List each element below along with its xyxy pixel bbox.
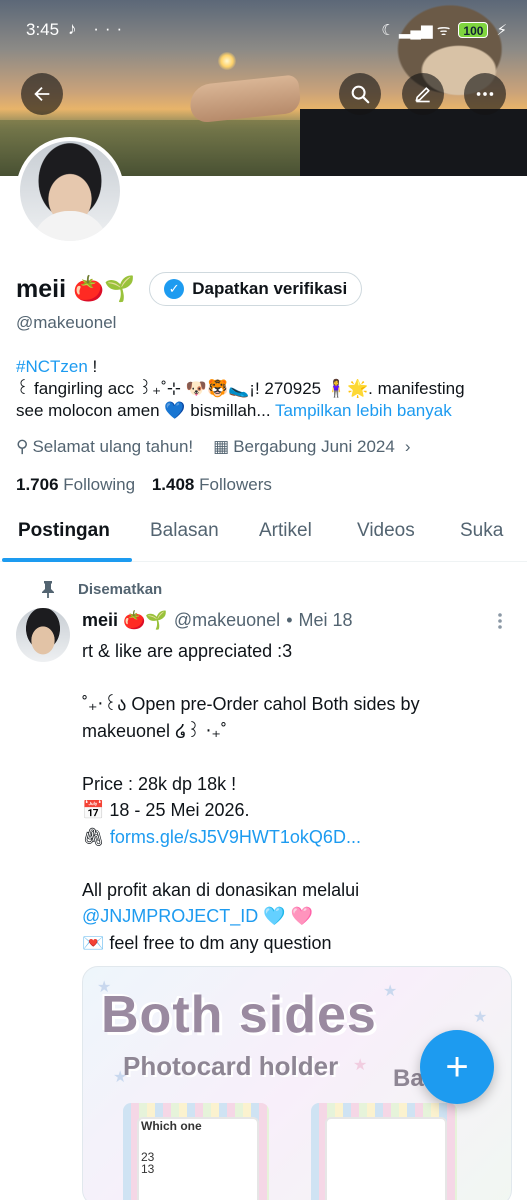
followers-link[interactable]: 1.408 Followers: [152, 475, 272, 494]
charging-icon: ⚡: [496, 22, 507, 39]
post-more-button[interactable]: [497, 612, 503, 635]
profile-name: meii 🍅🌱: [16, 274, 136, 303]
media-title: Both sides: [101, 986, 377, 1044]
battery-icon: 100: [458, 22, 489, 38]
pinned-indicator: Disematkan: [40, 580, 162, 598]
more-options-button[interactable]: [464, 73, 506, 115]
active-tab-indicator: [2, 558, 132, 562]
follow-stats: 1.706 Following 1.408 Followers: [16, 475, 272, 495]
profile-handle: @makeuonel: [16, 313, 117, 332]
profile-bio: #NCTzen ! ꒰ fangirling acc ꒱₊˚⊹ 🐶🐯🥿¡! 27…: [16, 356, 516, 422]
tab-postingan[interactable]: Postingan: [18, 520, 110, 542]
calendar-icon: ▦: [213, 437, 230, 456]
edit-button[interactable]: [402, 73, 444, 115]
chevron-right-icon: ›: [404, 437, 411, 456]
joined-info[interactable]: ▦ Bergabung Juni 2024 ›: [213, 437, 410, 457]
verify-label: Dapatkan verifikasi: [192, 279, 348, 298]
back-button[interactable]: [21, 73, 63, 115]
show-more-link[interactable]: Tampilkan lebih banyak: [271, 401, 452, 420]
profile-meta: ⚲ Selamat ulang tahun! ▦ Bergabung Juni 20…: [16, 437, 411, 457]
search-icon: [351, 85, 370, 104]
location-pin-icon: ⚲: [16, 437, 29, 456]
status-bar: 3:45 ♪ ··· ☾ ▂▄▆ ᯤ 100 ⚡: [0, 0, 527, 62]
post-header: meii 🍅🌱 @makeuonel • Mei 18: [82, 610, 353, 631]
banner-hand: [188, 74, 302, 124]
verified-badge-icon: ✓: [164, 279, 185, 299]
form-link[interactable]: forms.gle/sJ5V9HWT1okQ6D...: [110, 827, 361, 847]
post-date: Mei 18: [298, 610, 353, 630]
paperclip-icon: 🖇: [82, 826, 105, 847]
status-left-icons: ♪ ···: [68, 19, 129, 38]
status-right-icons: ☾ ▂▄▆ ᯤ 100 ⚡: [381, 20, 507, 40]
media-card-right: [311, 1103, 457, 1200]
profile-tabs: Postingan Balasan Artikel Videos Suka: [0, 510, 527, 562]
media-numbers: 23 13: [141, 1150, 155, 1176]
arrow-left-icon: [34, 86, 50, 102]
edit-icon: [415, 87, 430, 103]
media-which-one: Which one: [141, 1119, 202, 1133]
status-time: 3:45: [26, 20, 60, 39]
profile-avatar[interactable]: [16, 137, 124, 245]
profile-name-row: meii 🍅🌱 ✓ Dapatkan verifikasi: [16, 272, 363, 306]
tab-videos[interactable]: Videos: [357, 520, 415, 542]
more-vertical-icon: [498, 613, 502, 629]
following-link[interactable]: 1.706 Following: [16, 475, 135, 494]
mention-link[interactable]: @JNJMPROJECT_ID: [82, 906, 258, 926]
post-author-handle: @makeuonel: [173, 610, 281, 630]
pin-icon: [42, 581, 54, 598]
tab-balasan[interactable]: Balasan: [150, 520, 219, 542]
birthday-info: ⚲ Selamat ulang tahun!: [16, 437, 194, 456]
pinned-label: Disematkan: [78, 580, 163, 598]
bio-line-3: see molocon amen 💙 bismillah...: [16, 401, 271, 420]
post-author-name[interactable]: meii 🍅🌱: [82, 610, 168, 631]
bio-hashtag-link[interactable]: #NCTzen: [16, 357, 88, 376]
status-signal-icons: ☾ ▂▄▆ ᯤ: [381, 22, 451, 39]
more-icon: [476, 92, 494, 96]
search-button[interactable]: [339, 73, 381, 115]
bio-line-2: ꒰ fangirling acc ꒱₊˚⊹ 🐶🐯🥿¡! 270925 🧍‍♀️🌟…: [16, 379, 465, 398]
compose-button[interactable]: +: [420, 1030, 494, 1104]
get-verified-button[interactable]: ✓ Dapatkan verifikasi: [149, 272, 363, 306]
tab-artikel[interactable]: Artikel: [259, 520, 312, 542]
post-body: rt & like are appreciated :3 ˚₊‧꒰ა Open …: [82, 641, 420, 953]
plus-icon: +: [445, 1044, 469, 1089]
tab-suka[interactable]: Suka: [460, 520, 503, 542]
post-avatar[interactable]: [16, 608, 70, 662]
media-subtitle: Photocard holder: [123, 1051, 339, 1081]
